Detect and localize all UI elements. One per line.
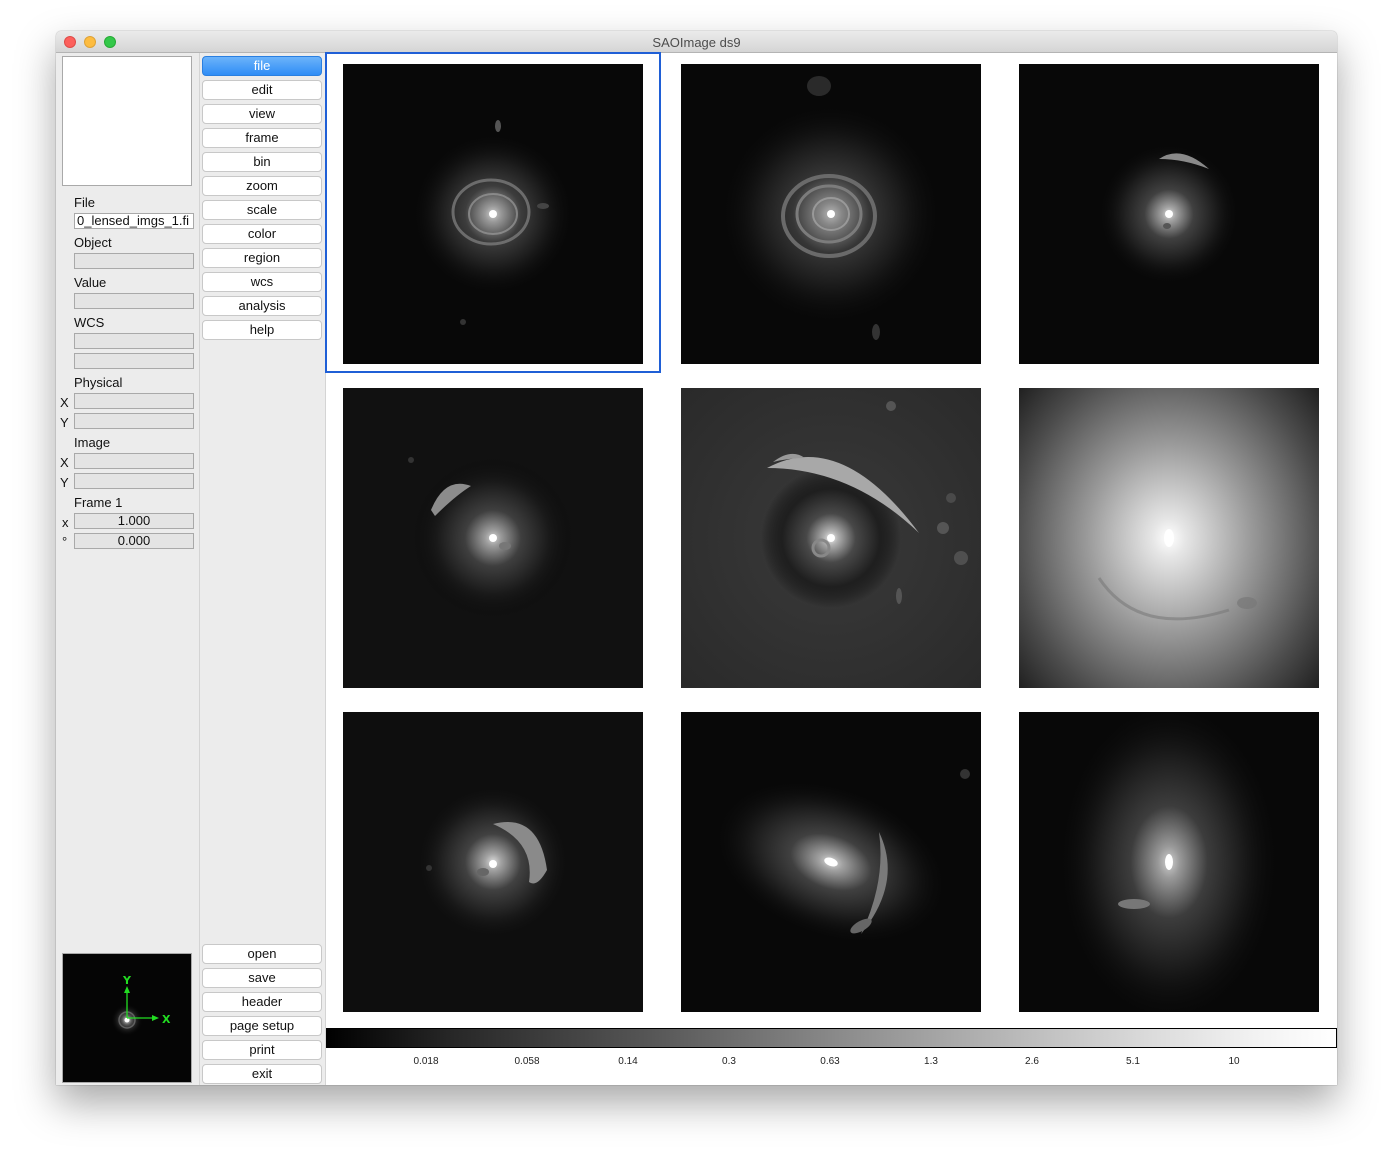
bin-button[interactable]: bin xyxy=(202,152,322,172)
frame-6-image[interactable] xyxy=(1019,388,1319,688)
title-bar[interactable]: SAOImage ds9 xyxy=(56,31,1337,53)
help-button[interactable]: help xyxy=(202,320,322,340)
frame-5[interactable] xyxy=(665,378,997,695)
frames-canvas[interactable] xyxy=(325,52,1337,1028)
colorbar[interactable]: 0.018 0.058 0.14 0.3 0.63 1.3 2.6 5.1 10 xyxy=(326,1028,1337,1085)
image-y-field[interactable] xyxy=(74,473,194,489)
colorbar-tick: 1.3 xyxy=(924,1056,938,1067)
page-setup-button[interactable]: page setup xyxy=(202,1016,322,1036)
angle-field[interactable]: 0.000 xyxy=(74,533,194,549)
frame-3-galaxy xyxy=(1099,144,1239,284)
wcs-label: WCS xyxy=(74,315,105,330)
frame-button[interactable]: frame xyxy=(202,128,322,148)
colorbar-tick: 2.6 xyxy=(1025,1056,1039,1067)
open-button[interactable]: open xyxy=(202,944,322,964)
physical-x-field[interactable] xyxy=(74,393,194,409)
colorbar-tick: 10 xyxy=(1228,1056,1240,1067)
header-button[interactable]: header xyxy=(202,992,322,1012)
frame-4[interactable] xyxy=(327,378,659,695)
print-button[interactable]: print xyxy=(202,1040,322,1060)
analysis-button[interactable]: analysis xyxy=(202,296,322,316)
frame-9[interactable] xyxy=(1003,702,1335,1019)
colorbar-tick: 0.63 xyxy=(820,1056,840,1067)
frame-3[interactable] xyxy=(1003,54,1335,371)
physical-label: Physical xyxy=(74,375,123,390)
colorbar-tick: 5.1 xyxy=(1126,1056,1140,1067)
save-button[interactable]: save xyxy=(202,968,322,988)
image-x-label: X xyxy=(60,455,69,470)
frame-label: Frame 1 xyxy=(74,495,123,510)
value-field[interactable] xyxy=(74,293,194,309)
colorbar-tick: 0.3 xyxy=(722,1056,736,1067)
value-label: Value xyxy=(74,275,107,290)
frame-7[interactable] xyxy=(327,702,659,1019)
frame-6-galaxy xyxy=(1019,388,1319,688)
zoom-symbol: x xyxy=(62,515,69,530)
object-field[interactable] xyxy=(74,253,194,269)
wcs-button[interactable]: wcs xyxy=(202,272,322,292)
frame-8-image[interactable] xyxy=(681,712,981,1012)
button-bar: file edit view frame bin zoom scale colo… xyxy=(200,53,326,1085)
frame-5-image[interactable] xyxy=(681,388,981,688)
magnifier-view xyxy=(62,56,192,186)
colorbar-tick: 0.018 xyxy=(413,1056,439,1067)
colorbar-tick: 0.14 xyxy=(618,1056,638,1067)
panner-thumbnail: Y X xyxy=(111,974,171,1036)
frame-2-galaxy xyxy=(721,76,941,340)
physical-y-field[interactable] xyxy=(74,413,194,429)
wcs-field-2[interactable] xyxy=(74,353,194,369)
wcs-field-1[interactable] xyxy=(74,333,194,349)
scale-button[interactable]: scale xyxy=(202,200,322,220)
frame-1[interactable] xyxy=(325,52,661,373)
frame-6[interactable] xyxy=(1003,378,1335,695)
physical-y-label: Y xyxy=(60,415,69,430)
region-button[interactable]: region xyxy=(202,248,322,268)
panner-x-label: X xyxy=(162,1013,171,1026)
frame-2-image[interactable] xyxy=(681,64,981,364)
colorbar-gradient[interactable] xyxy=(326,1028,1337,1048)
edit-button[interactable]: edit xyxy=(202,80,322,100)
ds9-window: SAOImage ds9 File 0_lensed_imgs_1.fi Obj… xyxy=(56,31,1337,1085)
view-button[interactable]: view xyxy=(202,104,322,124)
window-title: SAOImage ds9 xyxy=(652,35,741,50)
angle-symbol: ° xyxy=(62,534,68,549)
frame-8[interactable] xyxy=(665,702,997,1019)
image-x-field[interactable] xyxy=(74,453,194,469)
frame-4-image[interactable] xyxy=(343,388,643,688)
colorbar-tick: 0.058 xyxy=(514,1056,540,1067)
frame-3-image[interactable] xyxy=(1019,64,1319,364)
image-y-label: Y xyxy=(60,475,69,490)
panner-view[interactable]: Y X xyxy=(62,953,192,1083)
frame-9-image[interactable] xyxy=(1019,712,1319,1012)
frame-7-image[interactable] xyxy=(343,712,643,1012)
frame-2[interactable] xyxy=(665,54,997,371)
file-button[interactable]: file xyxy=(202,56,322,76)
frame-1-galaxy xyxy=(413,120,573,325)
zoom-button[interactable]: zoom xyxy=(202,176,322,196)
frame-5-galaxy xyxy=(681,388,981,688)
image-label: Image xyxy=(74,435,111,450)
color-button[interactable]: color xyxy=(202,224,322,244)
physical-x-label: X xyxy=(60,395,69,410)
exit-button[interactable]: exit xyxy=(202,1064,322,1084)
frame-7-galaxy xyxy=(413,782,573,942)
frame-9-galaxy xyxy=(1059,712,1279,1012)
panner-y-label: Y xyxy=(122,974,132,987)
zoom-field[interactable]: 1.000 xyxy=(74,513,194,529)
frame-8-galaxy xyxy=(715,769,970,944)
frame-4-galaxy xyxy=(408,457,573,618)
frame-1-image[interactable] xyxy=(343,64,643,364)
file-label: File xyxy=(74,195,95,210)
file-field[interactable]: 0_lensed_imgs_1.fi xyxy=(74,213,194,229)
object-label: Object xyxy=(74,235,112,250)
info-panel: File 0_lensed_imgs_1.fi Object Value WCS… xyxy=(56,53,200,1085)
